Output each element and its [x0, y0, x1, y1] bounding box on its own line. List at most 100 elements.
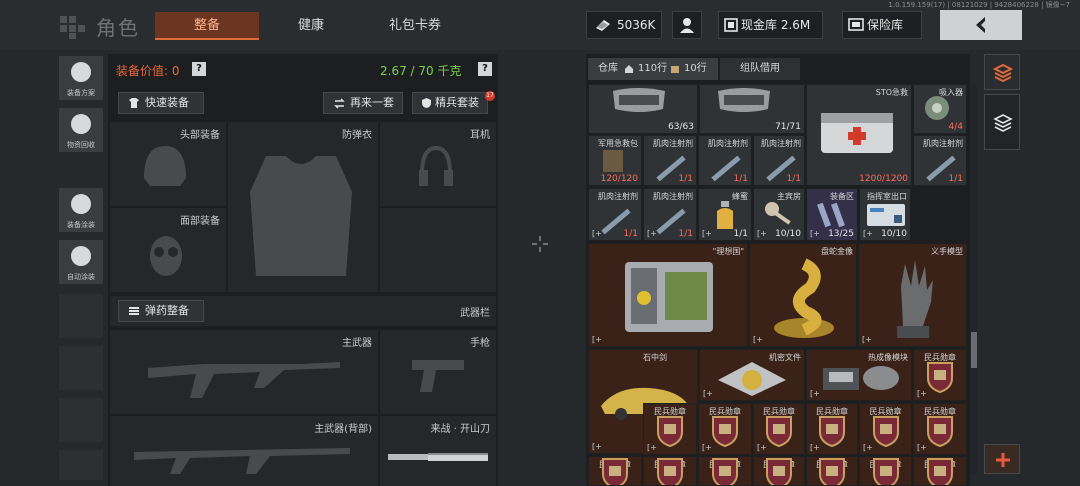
- helmet-icon: [144, 146, 186, 186]
- headset-icon: [419, 145, 453, 186]
- inventory-item-first-aid[interactable]: STO急救 1200/1200: [806, 84, 912, 186]
- goggles-icon: [718, 88, 770, 112]
- hand-model-icon: [897, 260, 933, 338]
- version-text: 1.0.159.159(17) | 08121029 | 9428406228 …: [888, 1, 1070, 9]
- sidebar-item-recycle[interactable]: 物资回收: [59, 108, 103, 152]
- inventory-item-medal[interactable]: 民兵勋章: [588, 456, 642, 486]
- sidebar-empty-slot: [59, 346, 103, 390]
- inventory-item-injector[interactable]: 肌肉注射剂 [+ 1/1: [588, 188, 642, 241]
- slot-pistol[interactable]: 手枪: [380, 330, 496, 414]
- inventory-item-medal[interactable]: 民兵勋章: [859, 456, 912, 486]
- medal-badge-icon: [819, 458, 845, 485]
- inventory-scrollbar[interactable]: [971, 84, 977, 474]
- tab-health[interactable]: 健康: [276, 12, 346, 40]
- equipment-value-help[interactable]: ?: [192, 62, 206, 76]
- weight-help[interactable]: ?: [478, 62, 492, 76]
- inventory-item-injector[interactable]: 肌肉注射剂 1/1: [643, 135, 697, 186]
- medal-badge-icon: [927, 416, 953, 448]
- inventory-item[interactable]: 63/63: [588, 84, 698, 134]
- inventory-item-military-kit[interactable]: 军用急救包 120/120: [588, 135, 642, 186]
- ammo-equip-button[interactable]: 弹药整备: [118, 300, 204, 322]
- medal-badge-icon: [766, 458, 792, 485]
- inventory-item-keycard[interactable]: 指挥室出口 [+ 10/10: [859, 188, 911, 241]
- inventory-item-medal[interactable]: 民兵勋章 [+: [753, 403, 805, 455]
- slot-face[interactable]: 面部装备: [110, 208, 226, 292]
- inventory-item-honey[interactable]: 蜂蜜 [+ 1/1: [698, 188, 752, 241]
- inventory-item-golden-snake[interactable]: 盘蛇金像 [+: [749, 243, 857, 347]
- machete-icon: [388, 453, 488, 461]
- inventory-item[interactable]: 71/71: [699, 84, 805, 134]
- inventory-item-medal[interactable]: 民兵勋章 [+: [913, 403, 967, 455]
- back-button[interactable]: [940, 10, 1022, 40]
- vault-icon: [724, 18, 738, 32]
- crosshair-icon: [532, 236, 548, 252]
- quick-equip-button[interactable]: 快速装备: [118, 92, 204, 114]
- sidebar-empty-slot: [59, 294, 103, 338]
- equipment-value: 装备价值: 0: [116, 64, 180, 78]
- character-logo-icon: [60, 16, 85, 39]
- medal-badge-icon: [872, 416, 899, 448]
- medkit-icon: [821, 113, 893, 153]
- slot-earphone[interactable]: 耳机: [380, 122, 496, 206]
- slot-helmet[interactable]: 头部装备: [110, 122, 226, 206]
- safe-box-button[interactable]: 保险库: [842, 11, 922, 39]
- medal-badge-icon: [766, 416, 792, 448]
- quick-select-button[interactable]: [984, 94, 1020, 150]
- slot-primary-back[interactable]: 主武器(背部): [110, 416, 378, 486]
- inventory-item-injector[interactable]: 肌肉注射剂 [+ 1/1: [643, 188, 697, 241]
- inventory-item-medal[interactable]: 民兵勋章 [+: [698, 403, 752, 455]
- inventory-scroll-thumb[interactable]: [971, 332, 977, 368]
- inventory-item-key-master[interactable]: 主宾房 [+ 10/10: [753, 188, 805, 241]
- slot-primary-weapon[interactable]: 主武器: [110, 330, 378, 414]
- inventory-item-injector[interactable]: 肌肉注射剂 1/1: [698, 135, 752, 186]
- inventory-item-secret-file[interactable]: 机密文件 [+: [699, 349, 805, 401]
- tab-gift-cards[interactable]: 礼包卡券: [372, 12, 458, 40]
- inventory-item-medal[interactable]: 民兵勋章: [698, 456, 752, 486]
- inventory-item-key-gear[interactable]: 装备区 [+ 13/25: [806, 188, 858, 241]
- slot-armor[interactable]: 防弹衣: [228, 122, 378, 292]
- golden-snake-icon: [774, 258, 834, 338]
- medal-badge-icon: [712, 416, 738, 448]
- inventory-item-medal[interactable]: 民兵勋章: [913, 456, 967, 486]
- inventory-item-medal[interactable]: 民兵勋章: [753, 456, 805, 486]
- tab-warehouse[interactable]: 仓库 110行 10行: [588, 58, 718, 80]
- loadout-icon: [71, 62, 91, 82]
- sidebar-empty-slot: [59, 450, 103, 480]
- back-arrow-icon: [976, 17, 985, 33]
- inventory-item-medal[interactable]: 民兵勋章 [+: [859, 403, 912, 455]
- keycard-icon: [867, 204, 905, 226]
- tab-equip[interactable]: 整备: [155, 12, 259, 40]
- inventory-item-ideal-state[interactable]: "理想国" [+: [588, 243, 748, 347]
- paint-icon: [71, 194, 91, 214]
- cash-display[interactable]: 5036K: [586, 11, 662, 39]
- tab-team-borrow[interactable]: 组队借用: [720, 58, 800, 80]
- inventory-item-thermal[interactable]: 热成像模块 [+: [806, 349, 912, 401]
- elite-set-button[interactable]: 精兵套装: [412, 92, 488, 114]
- inventory-item-hand-model[interactable]: 义手模型 [+: [858, 243, 967, 347]
- inventory-item-injector[interactable]: 肌肉注射剂 1/1: [753, 135, 805, 186]
- again-button[interactable]: 再来一套: [323, 92, 403, 114]
- slot-empty: [380, 208, 496, 292]
- inventory-item-medal[interactable]: 民兵勋章 [+: [806, 403, 858, 455]
- sidebar-item-paint[interactable]: 装备涂装: [59, 188, 103, 232]
- npc-button[interactable]: [672, 11, 702, 39]
- cash-value: 5036K: [617, 18, 656, 32]
- inventory-item-medal[interactable]: 民兵勋章: [643, 456, 697, 486]
- safe-label: 保险库: [867, 18, 904, 32]
- add-button[interactable]: [984, 444, 1020, 474]
- plus-icon: [996, 453, 1010, 467]
- slot-melee[interactable]: 来战 · 开山刀: [380, 416, 496, 486]
- sidebar-item-auto-paint[interactable]: 自动涂装: [59, 240, 103, 284]
- rifle-back-icon: [134, 448, 350, 474]
- inventory-item-injector[interactable]: 肌肉注射剂 1/1: [913, 135, 967, 186]
- sidebar-item-loadout[interactable]: 装备方案: [59, 56, 103, 100]
- medal-badge-icon: [712, 458, 738, 485]
- inventory-item-inhaler[interactable]: 吸入器 4/4: [913, 84, 967, 134]
- sort-button[interactable]: [984, 54, 1020, 90]
- inventory-item-medal[interactable]: 民兵勋章: [806, 456, 858, 486]
- inventory-item-medal[interactable]: 民兵勋章 [+: [643, 403, 697, 455]
- biohazard-case-icon: [625, 262, 713, 332]
- inventory-item-medal[interactable]: 民兵勋章 [+: [913, 349, 967, 401]
- cash-vault-button[interactable]: 现金库 2.6M: [718, 11, 823, 39]
- shirt-icon: [129, 98, 139, 108]
